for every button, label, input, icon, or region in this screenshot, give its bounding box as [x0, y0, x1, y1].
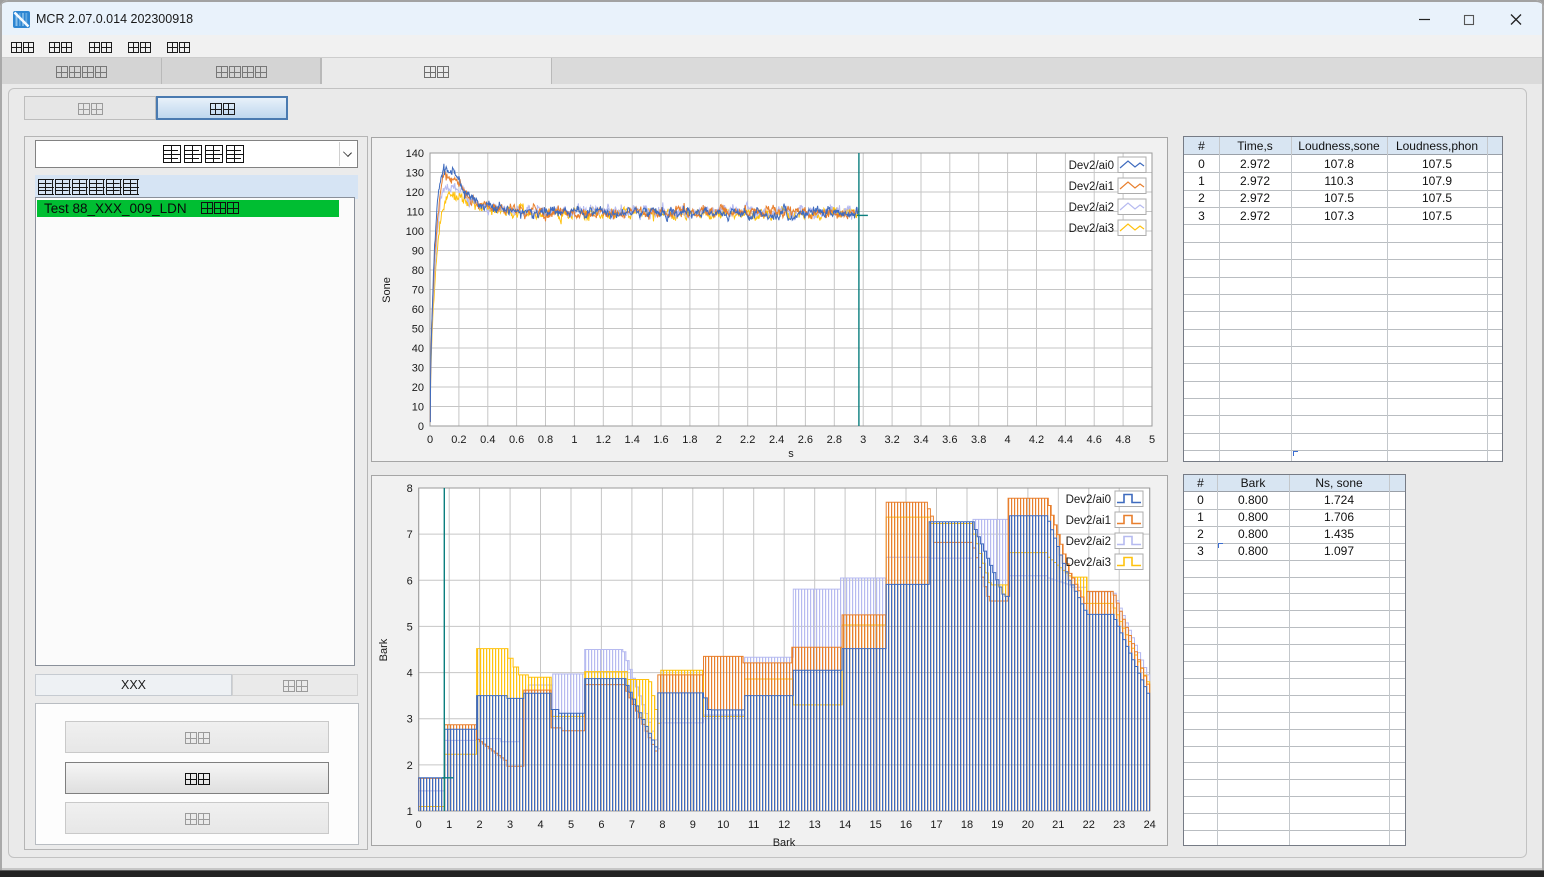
svg-text:0: 0 — [418, 421, 424, 433]
svg-text:18: 18 — [961, 819, 973, 831]
svg-text:0.4: 0.4 — [480, 434, 495, 446]
svg-text:2.8: 2.8 — [827, 434, 842, 446]
svg-text:3: 3 — [860, 434, 866, 446]
svg-text:1.6: 1.6 — [653, 434, 668, 446]
svg-text:1: 1 — [571, 434, 577, 446]
svg-text:2: 2 — [716, 434, 722, 446]
svg-text:Dev2/ai0: Dev2/ai0 — [1069, 160, 1114, 172]
svg-text:5: 5 — [407, 621, 413, 633]
svg-text:7: 7 — [407, 529, 413, 541]
svg-text:0: 0 — [427, 434, 433, 446]
svg-text:4: 4 — [407, 668, 413, 680]
svg-text:4: 4 — [1005, 434, 1011, 446]
svg-text:0.6: 0.6 — [509, 434, 524, 446]
svg-text:3: 3 — [507, 819, 513, 831]
svg-text:Bark: Bark — [773, 837, 796, 847]
svg-text:110: 110 — [406, 207, 424, 219]
svg-text:1: 1 — [407, 806, 413, 818]
svg-text:Dev2/ai0: Dev2/ai0 — [1066, 494, 1111, 506]
svg-text:Dev2/ai3: Dev2/ai3 — [1069, 223, 1114, 235]
svg-text:s: s — [788, 448, 794, 460]
svg-text:Dev2/ai1: Dev2/ai1 — [1069, 181, 1114, 193]
svg-text:5: 5 — [1149, 434, 1155, 446]
svg-text:4: 4 — [537, 819, 543, 831]
svg-text:6: 6 — [407, 575, 413, 587]
svg-text:20: 20 — [412, 382, 424, 394]
svg-text:20: 20 — [1022, 819, 1034, 831]
svg-text:1.2: 1.2 — [596, 434, 611, 446]
svg-text:30: 30 — [412, 363, 424, 375]
svg-text:3.2: 3.2 — [884, 434, 899, 446]
svg-text:4.8: 4.8 — [1115, 434, 1130, 446]
svg-text:17: 17 — [930, 819, 942, 831]
svg-text:14: 14 — [839, 819, 851, 831]
svg-text:10: 10 — [412, 402, 424, 414]
svg-text:11: 11 — [748, 819, 759, 831]
svg-text:Dev2/ai2: Dev2/ai2 — [1066, 536, 1111, 548]
svg-text:16: 16 — [900, 819, 912, 831]
svg-text:80: 80 — [412, 265, 424, 277]
svg-text:3.8: 3.8 — [971, 434, 986, 446]
svg-text:2: 2 — [477, 819, 483, 831]
svg-text:Dev2/ai1: Dev2/ai1 — [1066, 515, 1111, 527]
svg-text:4.4: 4.4 — [1058, 434, 1073, 446]
svg-text:Bark: Bark — [378, 638, 390, 661]
svg-text:1.4: 1.4 — [625, 434, 640, 446]
svg-text:0.2: 0.2 — [451, 434, 466, 446]
svg-text:Sone: Sone — [381, 277, 393, 303]
svg-text:3.4: 3.4 — [913, 434, 928, 446]
svg-text:2.2: 2.2 — [740, 434, 755, 446]
svg-text:8: 8 — [659, 819, 665, 831]
svg-text:23: 23 — [1113, 819, 1125, 831]
svg-text:60: 60 — [412, 304, 424, 316]
svg-text:90: 90 — [412, 246, 424, 258]
svg-text:0.8: 0.8 — [538, 434, 553, 446]
svg-text:Dev2/ai3: Dev2/ai3 — [1066, 557, 1111, 569]
svg-text:13: 13 — [809, 819, 821, 831]
svg-text:40: 40 — [412, 343, 424, 355]
svg-text:3: 3 — [407, 714, 413, 726]
svg-text:0: 0 — [416, 819, 422, 831]
svg-text:2.4: 2.4 — [769, 434, 784, 446]
svg-text:9: 9 — [690, 819, 696, 831]
svg-text:130: 130 — [406, 168, 424, 180]
svg-text:24: 24 — [1144, 819, 1156, 831]
svg-text:50: 50 — [412, 324, 424, 336]
svg-text:100: 100 — [406, 226, 424, 238]
svg-text:15: 15 — [869, 819, 881, 831]
svg-text:3.6: 3.6 — [942, 434, 957, 446]
svg-text:2.6: 2.6 — [798, 434, 813, 446]
svg-text:19: 19 — [991, 819, 1003, 831]
svg-text:Dev2/ai2: Dev2/ai2 — [1069, 202, 1114, 214]
svg-text:120: 120 — [406, 187, 424, 199]
svg-text:8: 8 — [407, 483, 413, 495]
svg-text:70: 70 — [412, 285, 424, 297]
svg-text:1: 1 — [446, 819, 452, 831]
svg-text:5: 5 — [568, 819, 574, 831]
svg-text:7: 7 — [629, 819, 635, 831]
svg-text:6: 6 — [598, 819, 604, 831]
svg-text:10: 10 — [717, 819, 729, 831]
svg-text:22: 22 — [1083, 819, 1095, 831]
svg-text:21: 21 — [1052, 819, 1064, 831]
svg-text:12: 12 — [778, 819, 790, 831]
svg-text:1.8: 1.8 — [682, 434, 697, 446]
svg-text:2: 2 — [407, 760, 413, 772]
svg-text:4.6: 4.6 — [1087, 434, 1102, 446]
svg-text:140: 140 — [406, 148, 424, 160]
svg-text:4.2: 4.2 — [1029, 434, 1044, 446]
